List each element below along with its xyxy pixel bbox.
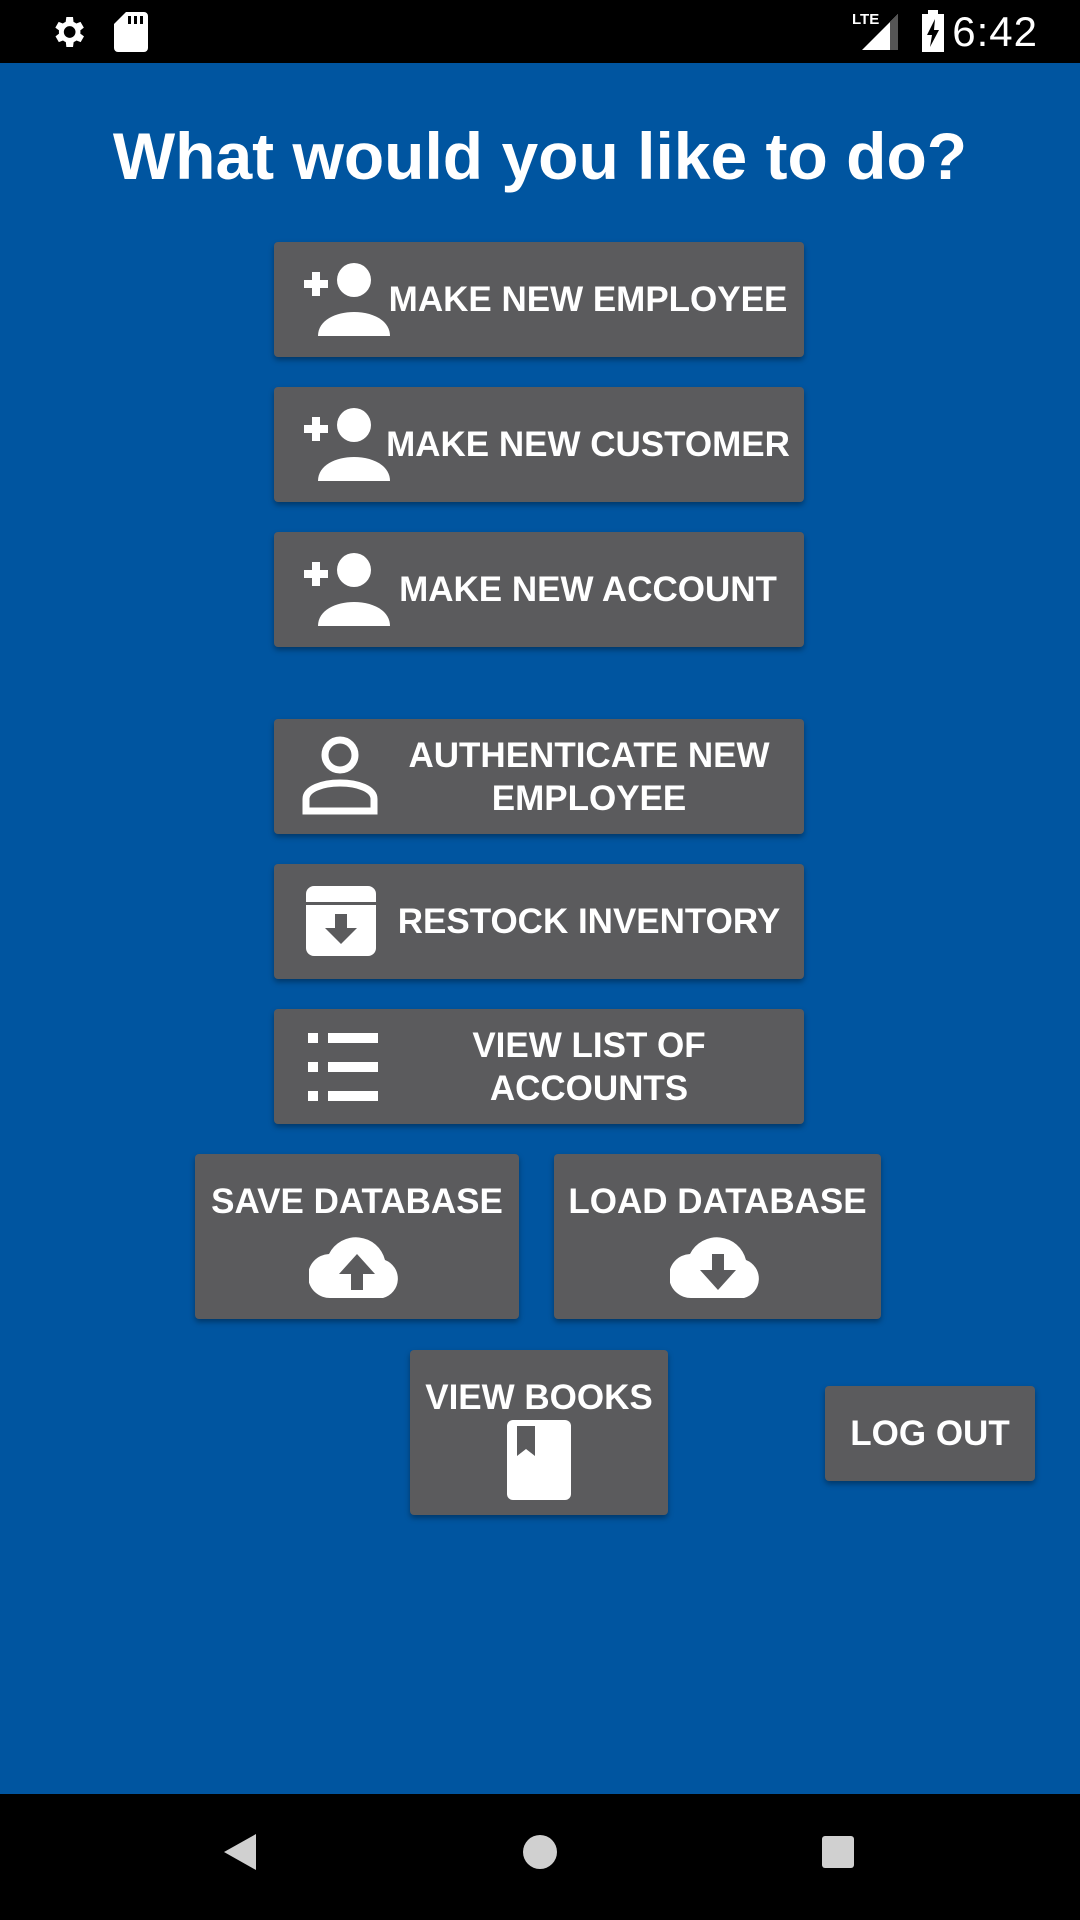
- settings-icon: [48, 12, 88, 57]
- make-new-account-label: MAKE NEW ACCOUNT: [399, 570, 777, 609]
- status-bar: LTE 6:42: [0, 0, 1080, 63]
- make-new-customer-label: MAKE NEW CUSTOMER: [386, 425, 790, 464]
- person-add-icon: [296, 258, 392, 347]
- archive-icon: [304, 884, 378, 967]
- restock-inventory-label: RESTOCK INVENTORY: [397, 902, 781, 941]
- authenticate-new-employee-button[interactable]: AUTHENTICATE NEW EMPLOYEE: [274, 719, 804, 834]
- back-icon[interactable]: [222, 1832, 258, 1877]
- list-icon: [308, 1033, 378, 1110]
- view-books-button[interactable]: VIEW BOOKS: [410, 1350, 668, 1515]
- make-new-employee-label: MAKE NEW EMPLOYEE: [388, 280, 788, 319]
- load-database-label: LOAD DATABASE: [568, 1182, 867, 1221]
- log-out-label: LOG OUT: [850, 1414, 1010, 1453]
- home-icon[interactable]: [519, 1831, 561, 1878]
- status-time: 6:42: [952, 8, 1038, 55]
- navigation-bar: [0, 1794, 1080, 1920]
- save-database-label: SAVE DATABASE: [211, 1182, 503, 1221]
- person-add-icon: [296, 403, 392, 492]
- authenticate-new-employee-label: AUTHENTICATE NEW EMPLOYEE: [408, 735, 770, 818]
- person-outline-icon: [300, 733, 380, 826]
- view-books-label: VIEW BOOKS: [425, 1378, 653, 1417]
- recents-icon[interactable]: [820, 1834, 856, 1875]
- lte-signal-icon: LTE: [852, 10, 900, 57]
- cloud-upload-icon: [307, 1234, 405, 1309]
- load-database-button[interactable]: LOAD DATABASE: [554, 1154, 881, 1319]
- make-new-account-button[interactable]: MAKE NEW ACCOUNT: [274, 532, 804, 647]
- view-list-of-accounts-label: VIEW LIST OF ACCOUNTS: [472, 1025, 706, 1108]
- make-new-customer-button[interactable]: MAKE NEW CUSTOMER: [274, 387, 804, 502]
- save-database-button[interactable]: SAVE DATABASE: [195, 1154, 519, 1319]
- cloud-download-icon: [668, 1234, 766, 1309]
- restock-inventory-button[interactable]: RESTOCK INVENTORY: [274, 864, 804, 979]
- make-new-employee-button[interactable]: MAKE NEW EMPLOYEE: [274, 242, 804, 357]
- person-add-icon: [296, 548, 392, 637]
- book-icon: [507, 1420, 571, 1509]
- log-out-button[interactable]: LOG OUT: [825, 1386, 1035, 1481]
- svg-text:LTE: LTE: [852, 11, 879, 28]
- page-title: What would you like to do?: [112, 119, 968, 193]
- view-list-of-accounts-button[interactable]: VIEW LIST OF ACCOUNTS: [274, 1009, 804, 1124]
- battery-charging-icon: [920, 10, 946, 57]
- sd-card-icon: [114, 12, 148, 57]
